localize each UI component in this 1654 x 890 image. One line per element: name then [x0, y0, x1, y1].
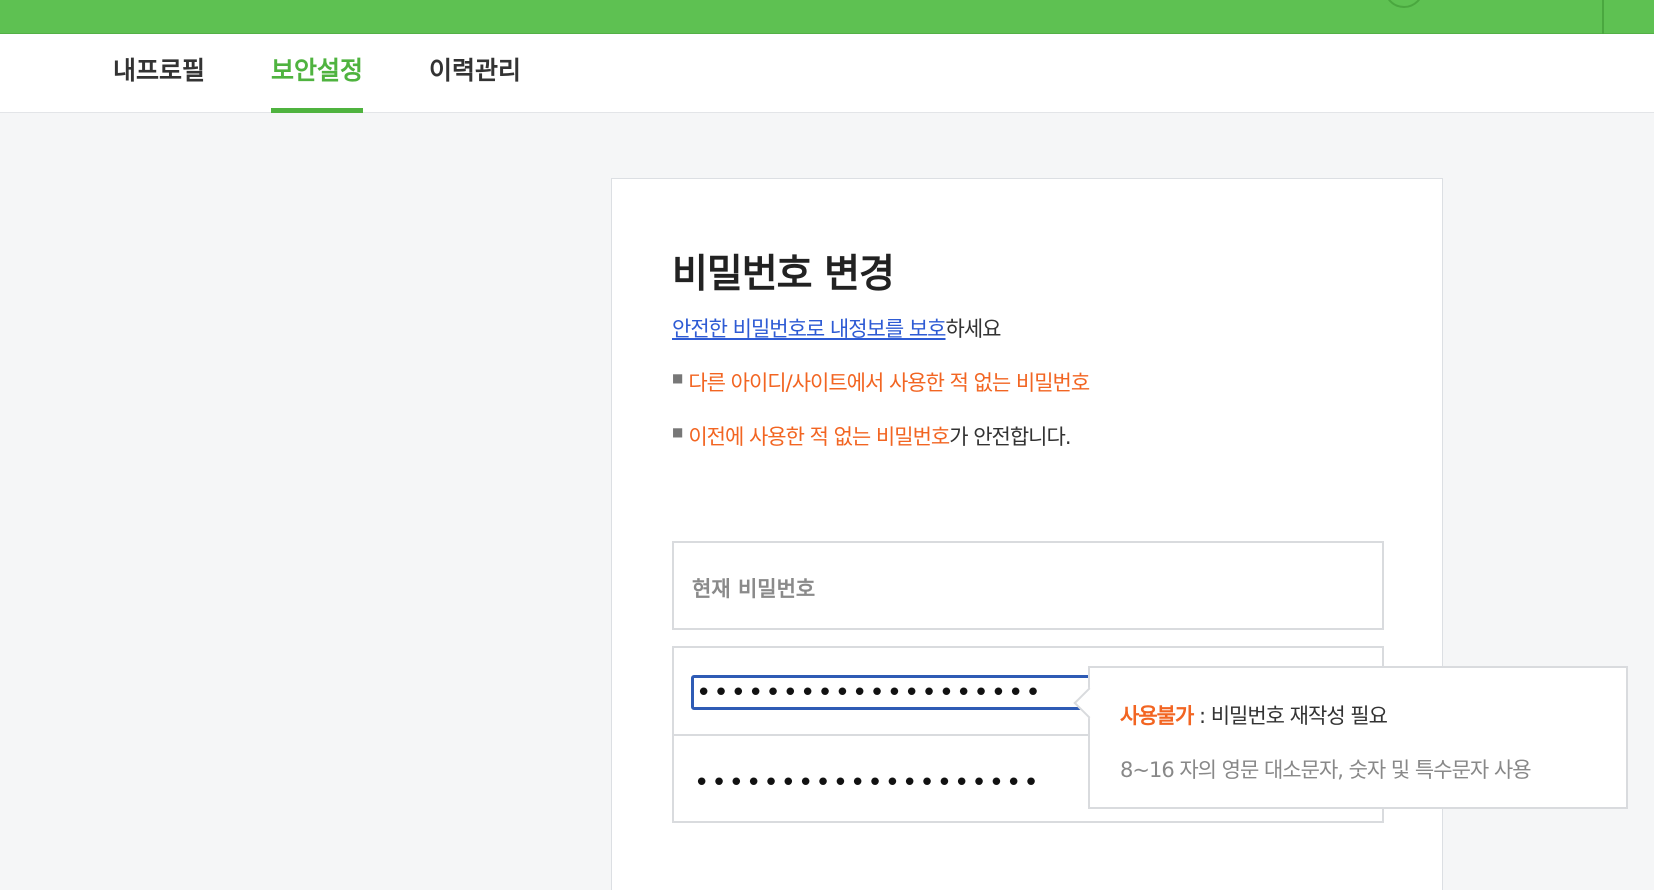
- status-separator: :: [1193, 704, 1211, 728]
- tip-text-2-highlight: 이전에 사용한 적 없는 비밀번호: [688, 425, 950, 449]
- current-password-placeholder: 현재 비밀번호: [692, 577, 816, 601]
- bullet-icon: ■: [672, 425, 683, 439]
- confirm-password-input[interactable]: ••••••••••••••••••••: [694, 768, 1041, 798]
- validation-status-line: 사용불가 : 비밀번호 재작성 필요: [1120, 700, 1388, 730]
- tab-bar: 내프로필 보안설정 이력관리: [0, 34, 1654, 113]
- tab-history-management[interactable]: 이력관리: [429, 56, 521, 113]
- password-validation-tooltip: 사용불가 : 비밀번호 재작성 필요 8~16 자의 영문 대소문자, 숫자 및…: [1088, 666, 1628, 809]
- top-header-bar: [0, 0, 1654, 34]
- security-guide-link[interactable]: 안전한 비밀번호로 내정보를 보호: [672, 317, 947, 341]
- current-password-field[interactable]: 현재 비밀번호: [672, 541, 1384, 630]
- validation-status: 사용불가: [1120, 704, 1194, 728]
- subtitle-suffix: 하세요: [945, 317, 1002, 341]
- subtitle: 안전한 비밀번호로 내정보를 보호하세요: [672, 313, 1002, 343]
- validation-message: 비밀번호 재작성 필요: [1210, 704, 1388, 728]
- bullet-icon: ■: [672, 371, 683, 385]
- tip-item-1: ■ 다른 아이디/사이트에서 사용한 적 없는 비밀번호: [672, 367, 1090, 397]
- tab-my-profile[interactable]: 내프로필: [113, 56, 205, 113]
- profile-avatar-icon[interactable]: [1384, 0, 1424, 8]
- tip-text-2-suffix: 가 안전합니다.: [949, 425, 1071, 449]
- tab-security-settings[interactable]: 보안설정: [271, 56, 364, 113]
- header-divider: [1602, 0, 1604, 34]
- page-title: 비밀번호 변경: [672, 252, 895, 297]
- tip-text-1: 다른 아이디/사이트에서 사용한 적 없는 비밀번호: [688, 371, 1090, 395]
- password-rule: 8~16 자의 영문 대소문자, 숫자 및 특수문자 사용: [1120, 758, 1532, 782]
- tip-item-2: ■ 이전에 사용한 적 없는 비밀번호가 안전합니다.: [672, 421, 1072, 451]
